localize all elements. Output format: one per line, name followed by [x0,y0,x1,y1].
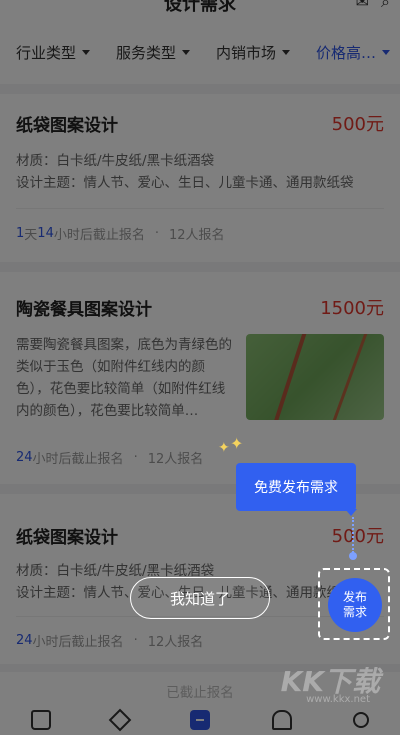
tooltip-dot [349,552,357,560]
sparkle-icon: ✦ [218,440,230,456]
tooltip-arrow [345,509,357,516]
got-it-button[interactable]: 我知道了 [130,577,270,619]
publish-demand-button[interactable]: 发布 需求 [328,578,382,632]
guide-tooltip: 免费发布需求 [236,463,356,511]
tooltip-connector [352,517,354,553]
sparkle-icon: ✦ [230,434,244,453]
watermark-url: www.kkx.net [306,694,370,705]
